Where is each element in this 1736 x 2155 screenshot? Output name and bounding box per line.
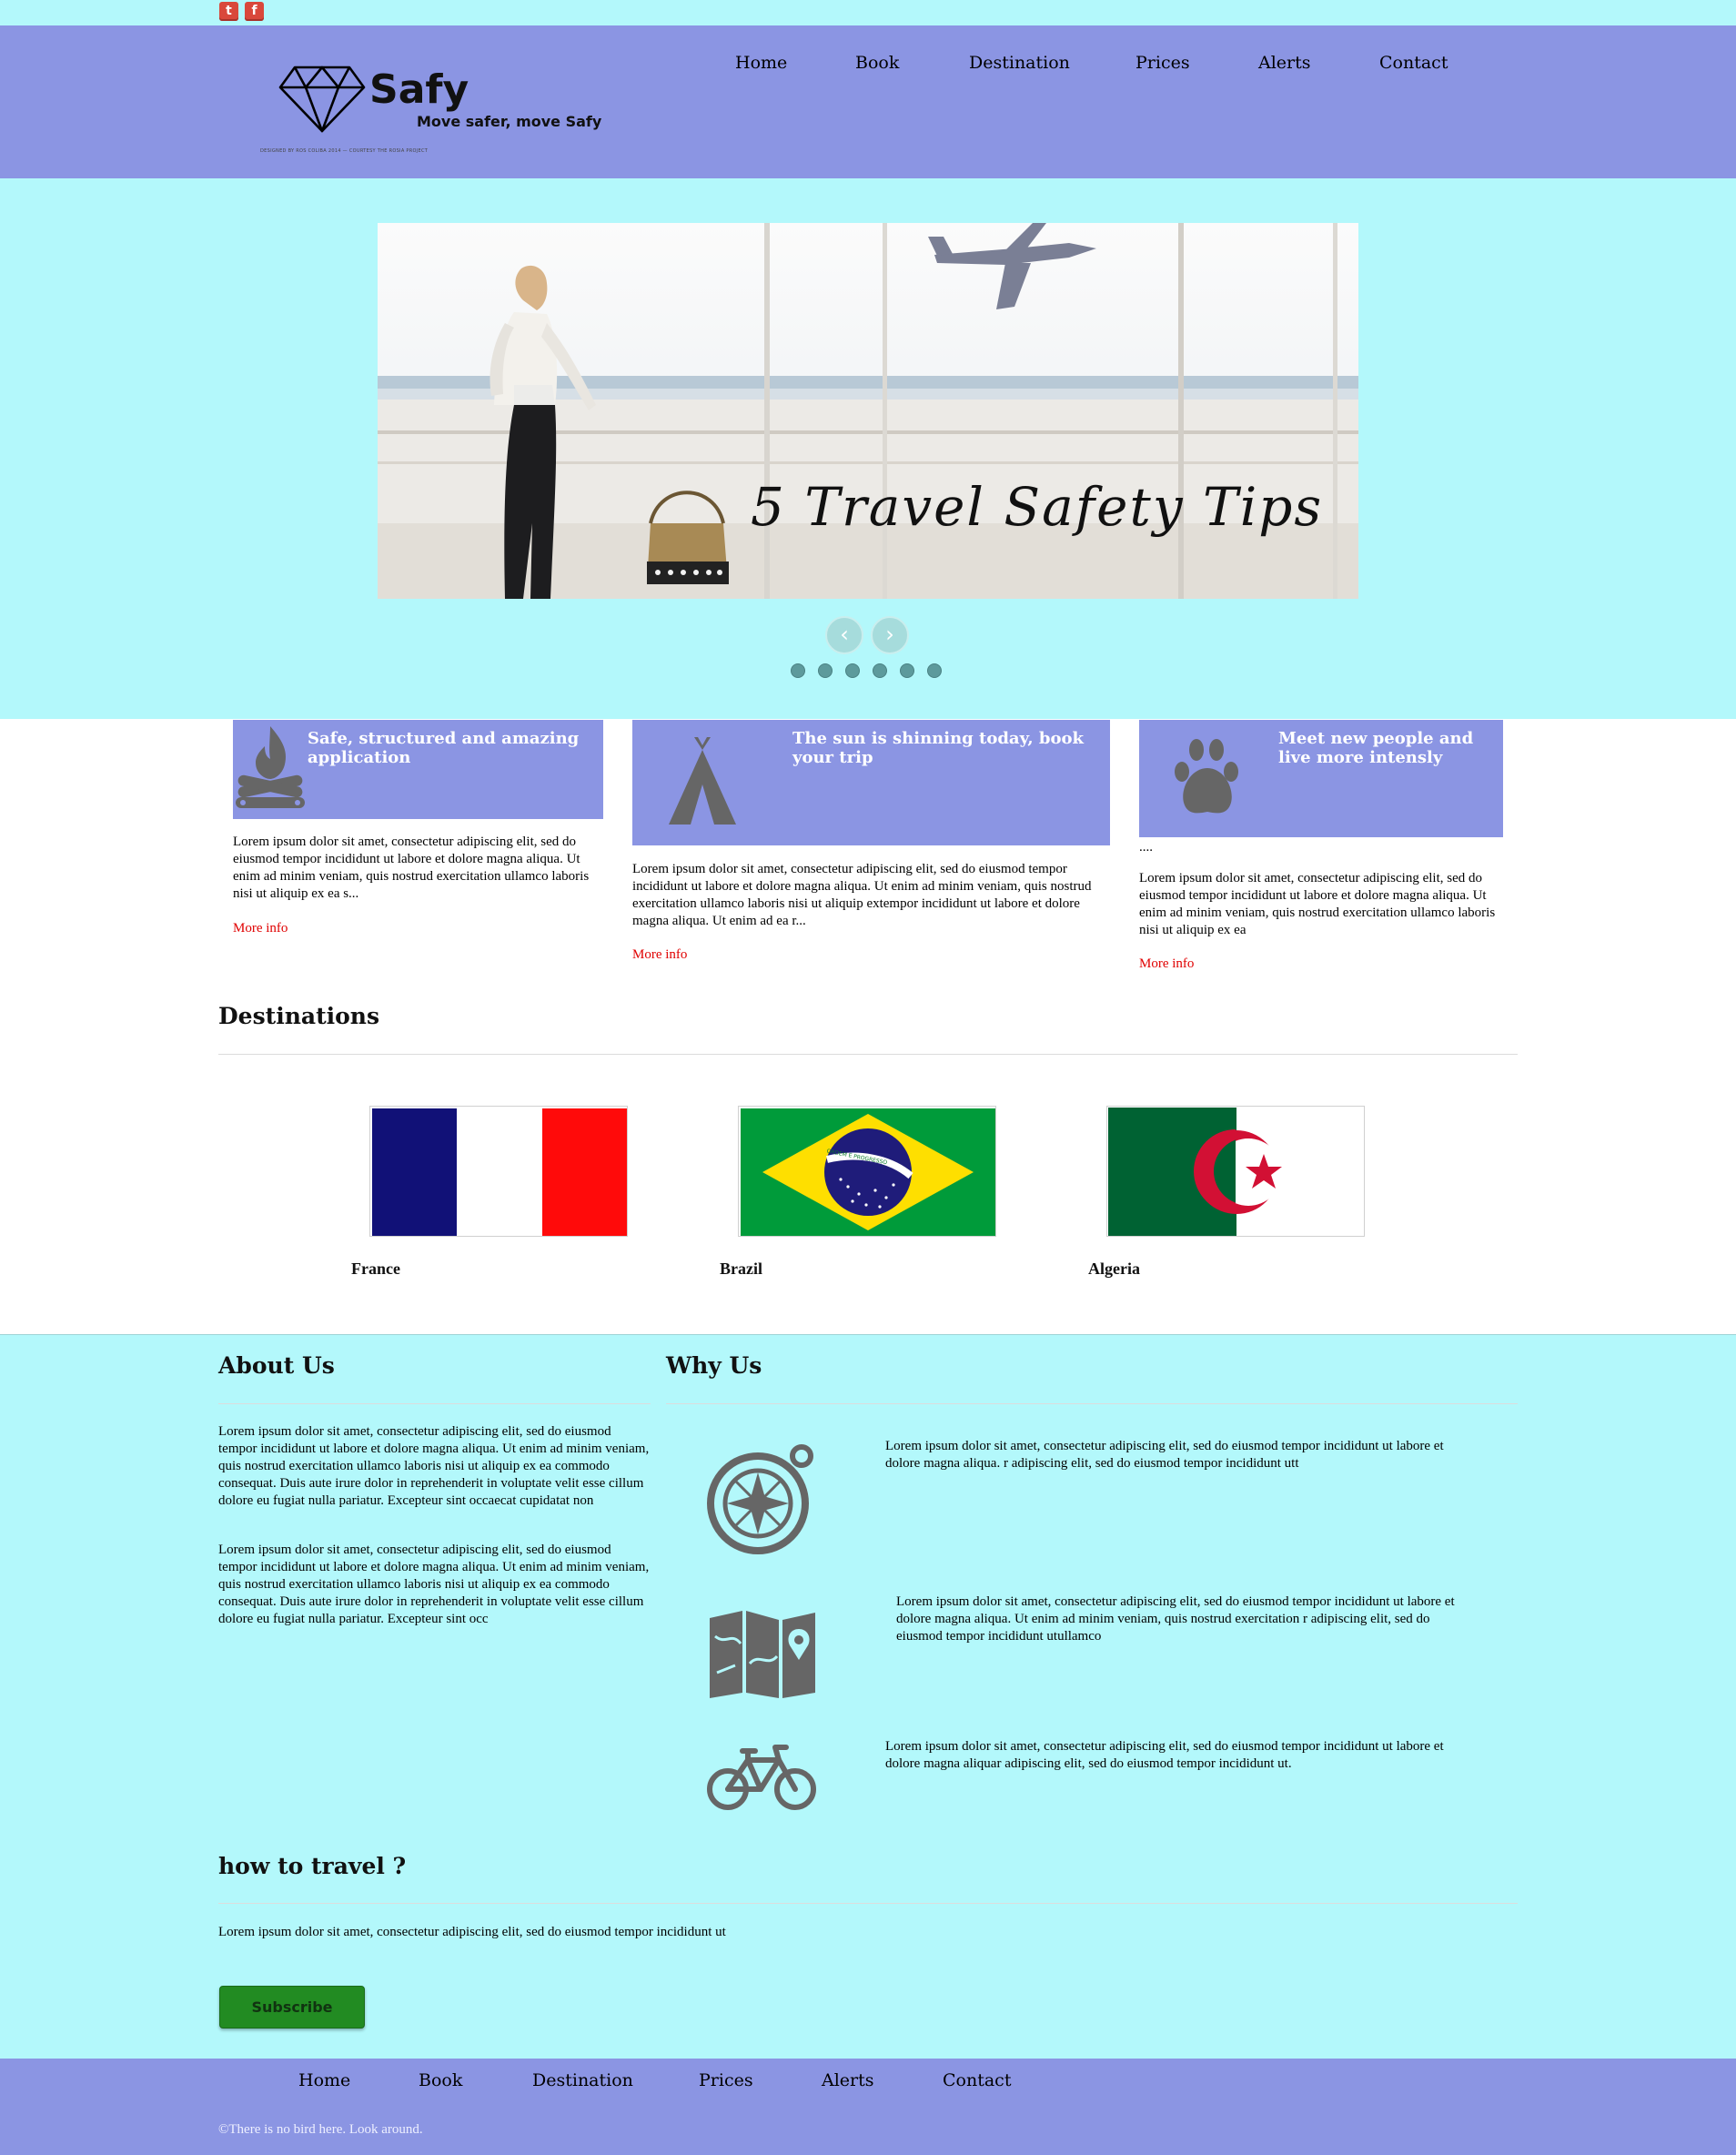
slider-dot-6[interactable] bbox=[927, 663, 942, 678]
why-text-2: Lorem ipsum dolor sit amet, consectetur … bbox=[896, 1594, 1455, 1644]
hero-slide[interactable]: 5 Travel Safety Tips bbox=[378, 223, 1358, 599]
howto-divider bbox=[218, 1903, 1518, 1904]
paw-icon bbox=[1175, 739, 1238, 814]
travel-scene-image bbox=[378, 223, 1358, 599]
footer-nav-destination[interactable]: Destination bbox=[532, 2070, 633, 2090]
about-divider bbox=[218, 1403, 651, 1404]
nav-book[interactable]: Book bbox=[855, 53, 899, 73]
campfire-icon bbox=[236, 726, 305, 808]
feature-text-2: Lorem ipsum dolor sit amet, consectetur … bbox=[632, 862, 1092, 928]
about-paragraph-2: Lorem ipsum dolor sit amet, consectetur … bbox=[218, 1543, 650, 1626]
footer-nav-alerts[interactable]: Alerts bbox=[822, 2070, 874, 2090]
feature-more-info-1[interactable]: More info bbox=[233, 921, 288, 936]
algeria-flag[interactable] bbox=[1106, 1106, 1365, 1237]
brazil-flag[interactable]: ORDEM E PROGRESSO bbox=[738, 1106, 996, 1237]
feature-text-3: Lorem ipsum dolor sit amet, consectetur … bbox=[1139, 871, 1496, 937]
nav-destination[interactable]: Destination bbox=[969, 53, 1070, 73]
subscribe-button[interactable]: Subscribe bbox=[219, 1986, 365, 2029]
feature-dots-3: .... bbox=[1139, 840, 1153, 855]
slider-next-button[interactable]: › bbox=[871, 616, 909, 654]
nav-prices[interactable]: Prices bbox=[1135, 53, 1190, 73]
howto-title: how to travel ? bbox=[218, 1853, 407, 1879]
slider-dot-1[interactable] bbox=[791, 663, 805, 678]
copyright: ©There is no bird here. Look around. bbox=[218, 2122, 423, 2137]
nav-home[interactable]: Home bbox=[735, 53, 787, 73]
about-paragraph-1: Lorem ipsum dolor sit amet, consectetur … bbox=[218, 1424, 650, 1508]
feature-title-3: Meet new people and live more intensly bbox=[1278, 729, 1474, 767]
destination-name-algeria[interactable]: Algeria bbox=[1088, 1260, 1140, 1279]
feature-title-1: Safe, structured and amazing application bbox=[308, 729, 580, 767]
slider-prev-button[interactable]: ‹ bbox=[825, 616, 863, 654]
slide-caption: 5 Travel Safety Tips bbox=[751, 476, 1324, 538]
nav-alerts[interactable]: Alerts bbox=[1258, 53, 1311, 73]
about-title: About Us bbox=[218, 1352, 335, 1379]
why-title: Why Us bbox=[666, 1352, 762, 1379]
slider-dot-3[interactable] bbox=[845, 663, 860, 678]
brand-fineprint: DESIGNED BY ROS COLIBA 2014 — COURTESY T… bbox=[260, 148, 429, 154]
feature-title-2: The sun is shinning today, book your tri… bbox=[792, 729, 1084, 767]
feature-more-info-2[interactable]: More info bbox=[632, 947, 687, 963]
twitter-icon[interactable]: t bbox=[219, 2, 238, 21]
destinations-title: Destinations bbox=[218, 1003, 380, 1029]
slider-dot-4[interactable] bbox=[873, 663, 887, 678]
brand-tagline: Move safer, move Safy bbox=[417, 113, 602, 130]
brand-name[interactable]: Safy bbox=[369, 67, 469, 113]
footer-nav-home[interactable]: Home bbox=[298, 2070, 350, 2090]
howto-text: Lorem ipsum dolor sit amet, consectetur … bbox=[218, 1925, 726, 1939]
brazil-flag-image bbox=[739, 1107, 995, 1236]
feature-text-1: Lorem ipsum dolor sit amet, consectetur … bbox=[233, 835, 590, 901]
algeria-flag-image bbox=[1107, 1107, 1364, 1236]
header bbox=[0, 25, 1736, 178]
why-text-1: Lorem ipsum dolor sit amet, consectetur … bbox=[885, 1439, 1444, 1471]
bicycle-icon bbox=[707, 1745, 816, 1810]
diamond-logo-icon[interactable] bbox=[278, 64, 366, 135]
france-flag[interactable] bbox=[369, 1106, 628, 1237]
nav-contact[interactable]: Contact bbox=[1379, 53, 1448, 73]
compass-icon bbox=[707, 1444, 813, 1554]
destination-name-france[interactable]: France bbox=[351, 1260, 400, 1279]
footer-nav-contact[interactable]: Contact bbox=[943, 2070, 1011, 2090]
feature-more-info-3[interactable]: More info bbox=[1139, 956, 1194, 972]
destinations-divider bbox=[218, 1054, 1518, 1055]
tent-icon bbox=[669, 737, 736, 825]
why-text-3: Lorem ipsum dolor sit amet, consectetur … bbox=[885, 1739, 1444, 1771]
france-flag-image bbox=[370, 1107, 627, 1236]
footer-nav-book[interactable]: Book bbox=[419, 2070, 462, 2090]
map-icon bbox=[710, 1611, 815, 1698]
facebook-icon[interactable]: f bbox=[245, 2, 264, 21]
footer-nav-prices[interactable]: Prices bbox=[699, 2070, 753, 2090]
slider-dot-5[interactable] bbox=[900, 663, 914, 678]
slider-dot-2[interactable] bbox=[818, 663, 833, 678]
why-divider bbox=[666, 1403, 1518, 1404]
destination-name-brazil[interactable]: Brazil bbox=[720, 1260, 762, 1279]
